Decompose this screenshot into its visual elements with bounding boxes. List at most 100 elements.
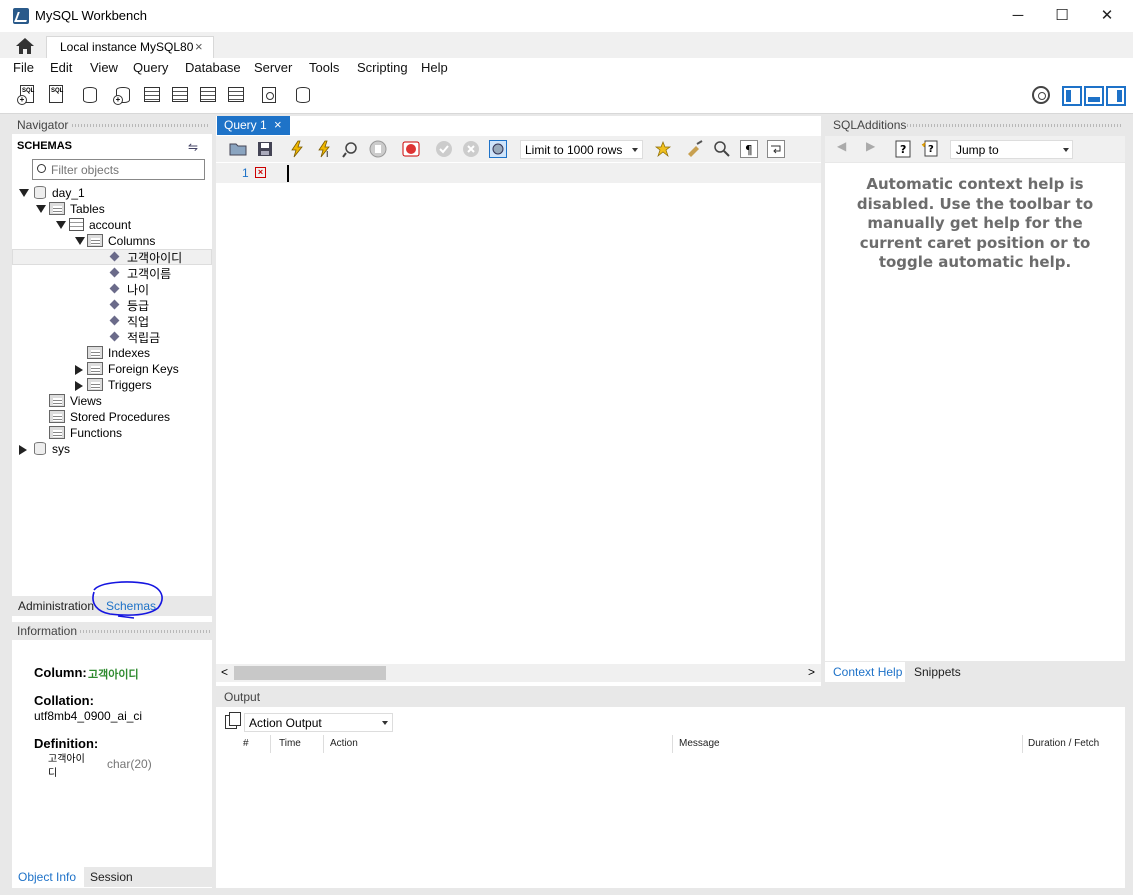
svg-text:?: ?: [900, 143, 906, 156]
word-wrap-icon[interactable]: [767, 140, 785, 158]
column-value: 고객아이디: [88, 669, 139, 681]
copy-icon[interactable]: [225, 712, 241, 729]
minimize-button[interactable]: ─: [995, 0, 1041, 32]
menu-server[interactable]: Server: [254, 60, 292, 75]
back-icon[interactable]: ◀: [837, 139, 846, 153]
toggle-output-button[interactable]: [1084, 86, 1104, 106]
expand-icon[interactable]: [75, 365, 83, 375]
tab-snippets[interactable]: Snippets: [914, 665, 961, 679]
settings-gear-icon[interactable]: [1032, 86, 1050, 104]
execute-icon[interactable]: [288, 140, 306, 158]
menu-scripting[interactable]: Scripting: [357, 60, 408, 75]
connection-tab-close-icon[interactable]: ×: [195, 39, 203, 54]
add-snippet-icon[interactable]: [654, 140, 672, 158]
toggle-sidebar-button[interactable]: [1062, 86, 1082, 106]
context-help-message: Automatic context help is disabled. Use …: [856, 175, 1094, 271]
reconnect-button[interactable]: [293, 84, 315, 106]
output-col-duration[interactable]: Duration / Fetch: [1028, 738, 1099, 749]
scroll-right-icon[interactable]: >: [808, 665, 815, 679]
collapse-icon[interactable]: [36, 205, 46, 213]
output-type-select[interactable]: Action Output: [244, 713, 393, 732]
create-function-button[interactable]: [225, 84, 247, 106]
explain-icon[interactable]: [342, 140, 360, 158]
limit-rows-select[interactable]: Limit to 1000 rows: [520, 140, 643, 159]
menu-view[interactable]: View: [90, 60, 118, 75]
forward-icon[interactable]: ▶: [866, 139, 875, 153]
toggle-secondary-sidebar-button[interactable]: [1106, 86, 1126, 106]
maximize-button[interactable]: ☐: [1039, 0, 1085, 32]
jump-to-select[interactable]: Jump to: [950, 140, 1073, 159]
output-col-action[interactable]: Action: [330, 738, 358, 749]
commit-icon[interactable]: [435, 140, 453, 158]
tab-object-info[interactable]: Object Info: [12, 867, 84, 887]
tab-object-info-label: Object Info: [18, 870, 77, 884]
inspect-button[interactable]: [80, 84, 102, 106]
auto-help-icon[interactable]: ?: [921, 140, 939, 158]
reconnect-icon: [296, 87, 310, 103]
stop-icon[interactable]: [369, 140, 387, 158]
open-sql-script-button[interactable]: SQL: [46, 84, 68, 106]
menu-tools[interactable]: Tools: [309, 60, 339, 75]
tab-session[interactable]: Session: [90, 870, 133, 884]
output-col-time[interactable]: Time: [279, 738, 301, 749]
menu-file[interactable]: File: [13, 60, 34, 75]
execute-current-statement-icon[interactable]: I: [315, 140, 333, 158]
output-header: Output: [216, 688, 1125, 706]
connection-tab[interactable]: Local instance MySQL80 ×: [46, 36, 214, 58]
collapse-icon[interactable]: [56, 221, 66, 229]
new-sql-tab-button[interactable]: SQL +: [17, 84, 39, 106]
tree-label: Columns: [108, 234, 156, 248]
create-view-button[interactable]: [169, 84, 191, 106]
manual-help-icon[interactable]: ?: [895, 140, 913, 158]
create-table-button[interactable]: [141, 84, 163, 106]
output-col-number[interactable]: #: [243, 738, 249, 749]
column-icon: [109, 299, 120, 310]
toggle-continue-on-error-icon[interactable]: [402, 140, 420, 158]
text-caret[interactable]: [287, 165, 289, 182]
line-number: 1: [242, 166, 249, 180]
close-button[interactable]: ✕: [1084, 0, 1130, 32]
tab-administration[interactable]: Administration: [18, 599, 94, 613]
home-button[interactable]: [10, 34, 40, 58]
tab-query-1[interactable]: Query 1 ×: [217, 116, 290, 135]
sql-file-open-icon: SQL: [49, 85, 63, 103]
save-icon[interactable]: [256, 140, 274, 158]
views-folder-icon: [49, 394, 65, 407]
find-icon[interactable]: [713, 140, 731, 158]
create-schema-button[interactable]: +: [113, 84, 135, 106]
search-table-data-button[interactable]: [259, 84, 281, 106]
svg-text:I: I: [326, 150, 328, 158]
editor-horizontal-scrollbar[interactable]: < >: [216, 664, 821, 682]
create-procedure-button[interactable]: [197, 84, 219, 106]
definition-label: Definition:: [34, 736, 99, 751]
menu-database[interactable]: Database: [185, 60, 241, 75]
output-panel: [216, 707, 1125, 888]
filter-objects-field[interactable]: [32, 159, 205, 180]
menu-query[interactable]: Query: [133, 60, 168, 75]
svg-text:?: ?: [928, 144, 934, 155]
expand-icon[interactable]: [19, 445, 27, 455]
filter-objects-input[interactable]: [51, 162, 201, 177]
rollback-icon[interactable]: [462, 140, 480, 158]
scrollbar-thumb[interactable]: [234, 666, 386, 680]
collapse-icon[interactable]: [19, 189, 29, 197]
menu-edit[interactable]: Edit: [50, 60, 72, 75]
query-tab-close-icon[interactable]: ×: [274, 117, 282, 132]
invisible-chars-icon[interactable]: ¶: [740, 140, 758, 158]
jump-to-value: Jump to: [956, 143, 999, 157]
tab-context-help-label: Context Help: [833, 665, 903, 679]
indexes-folder-icon: [87, 346, 103, 359]
menu-help[interactable]: Help: [421, 60, 448, 75]
output-col-message[interactable]: Message: [679, 738, 720, 749]
autocommit-toggle-icon[interactable]: [489, 140, 507, 158]
output-title: Output: [224, 690, 261, 704]
scroll-left-icon[interactable]: <: [221, 665, 228, 679]
beautify-icon[interactable]: [686, 140, 704, 158]
collapse-icon[interactable]: [75, 237, 85, 245]
expand-icon[interactable]: [75, 381, 83, 391]
procedures-folder-icon: [49, 410, 65, 423]
definition-name-line-2: 디: [48, 768, 58, 779]
open-file-icon[interactable]: [229, 140, 247, 158]
refresh-icon[interactable]: ⇋: [188, 140, 198, 154]
tab-context-help[interactable]: Context Help: [825, 662, 905, 682]
